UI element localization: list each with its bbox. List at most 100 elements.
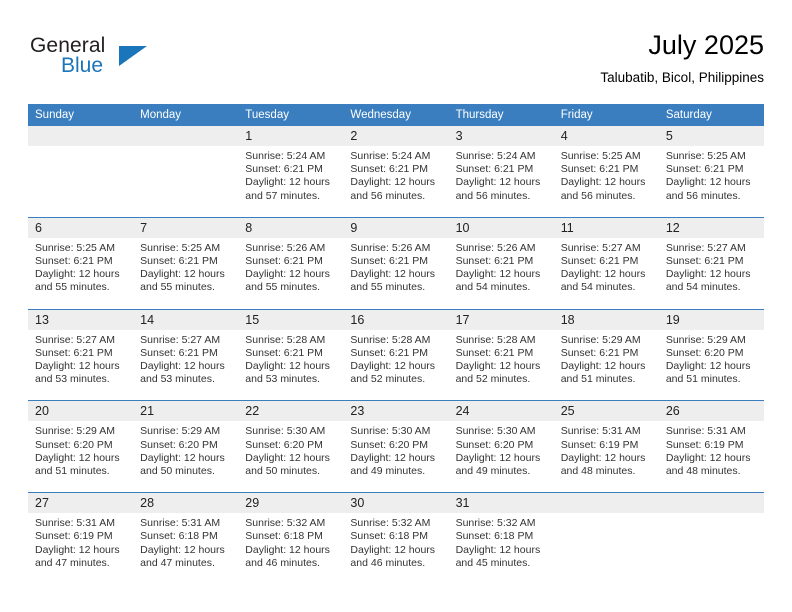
day-sunrise-text: Sunrise: 5:31 AM xyxy=(35,517,115,530)
day-detail-cell[interactable]: Sunrise: 5:25 AM Sunset: 6:21 PM Daylight:… xyxy=(553,146,659,218)
day-detail-cell[interactable]: Sunrise: 5:30 AM Sunset: 6:20 PM Daylight:… xyxy=(343,421,449,493)
day-detail-cell[interactable]: Sunrise: 5:27 AM Sunset: 6:21 PM Daylight:… xyxy=(553,237,659,310)
day-detail-cell[interactable]: Sunrise: 5:24 AM Sunset: 6:21 PM Daylight:… xyxy=(343,146,449,218)
week-detail-row: Sunrise: 5:25 AM Sunset: 6:21 PM Daylight:… xyxy=(28,237,764,310)
day-detail-cell[interactable]: Sunrise: 5:30 AM Sunset: 6:20 PM Daylight:… xyxy=(448,421,554,493)
day-detail-cell[interactable]: Sunrise: 5:29 AM Sunset: 6:20 PM Daylight:… xyxy=(133,421,239,493)
day-daylight-line1-text: Daylight: 12 hours xyxy=(140,451,225,464)
calendar-body: 1 2 3 4 5 Sunrise: 5:24 AM Sunset: 6:21 PM Dayl… xyxy=(28,126,764,585)
day-daylight-line1-text: Daylight: 12 hours xyxy=(350,176,436,189)
day-detail-cell[interactable]: Sunrise: 5:32 AM Sunset: 6:18 PM Daylight:… xyxy=(448,513,554,585)
day-daylight-line2-text: and 46 minutes. xyxy=(245,556,320,569)
day-daylight-line1-text: Daylight: 12 hours xyxy=(35,543,120,556)
day-number-cell[interactable]: 23 xyxy=(343,400,449,422)
title-block: July 2025 Talubatib, Bicol, Philippines xyxy=(600,28,764,88)
day-number-cell[interactable]: 11 xyxy=(553,216,659,238)
calendar-weekday-header: Sunday Monday Tuesday Wednesday Thursday… xyxy=(28,104,764,126)
general-blue-logo[interactable]: General Blue xyxy=(28,34,208,94)
day-number-cell[interactable]: 26 xyxy=(658,400,764,422)
day-detail-cell[interactable]: Sunrise: 5:29 AM Sunset: 6:20 PM Daylight:… xyxy=(658,329,764,401)
day-detail-cell[interactable]: Sunrise: 5:30 AM Sunset: 6:20 PM Daylight:… xyxy=(238,421,344,493)
day-number-cell[interactable]: 19 xyxy=(658,308,764,330)
day-number-cell[interactable]: 21 xyxy=(133,400,239,422)
day-detail-cell[interactable]: Sunrise: 5:28 AM Sunset: 6:21 PM Daylight:… xyxy=(238,329,344,401)
day-daylight-line2-text: and 51 minutes. xyxy=(560,373,636,386)
day-number-cell[interactable]: 5 xyxy=(658,126,764,146)
day-sunset-text: Sunset: 6:21 PM xyxy=(455,346,534,359)
day-sunset-text: Sunset: 6:18 PM xyxy=(245,530,323,543)
day-detail-cell[interactable]: Sunrise: 5:31 AM Sunset: 6:19 PM Daylight:… xyxy=(658,421,764,493)
week-detail-row: Sunrise: 5:24 AM Sunset: 6:21 PM Daylight:… xyxy=(28,146,764,218)
day-daylight-line2-text: and 48 minutes. xyxy=(560,465,636,478)
day-number-cell[interactable]: 12 xyxy=(658,216,764,238)
day-detail-cell[interactable]: Sunrise: 5:24 AM Sunset: 6:21 PM Daylight:… xyxy=(448,146,554,218)
day-detail-cell[interactable]: Sunrise: 5:27 AM Sunset: 6:21 PM Daylight:… xyxy=(133,329,239,401)
day-number-cell[interactable]: 14 xyxy=(133,308,239,330)
day-number-cell[interactable]: 25 xyxy=(553,400,659,422)
day-detail-cell[interactable]: Sunrise: 5:26 AM Sunset: 6:21 PM Daylight:… xyxy=(343,237,449,310)
day-number-cell[interactable]: 2 xyxy=(343,126,449,146)
day-sunset-text: Sunset: 6:18 PM xyxy=(455,530,534,543)
day-daylight-line1-text: Daylight: 12 hours xyxy=(560,360,646,373)
day-number-cell[interactable]: 13 xyxy=(28,308,134,330)
day-detail-cell[interactable]: Sunrise: 5:24 AM Sunset: 6:21 PM Daylight:… xyxy=(238,146,344,218)
day-daylight-line1-text: Daylight: 12 hours xyxy=(140,360,225,373)
day-number-cell[interactable]: 10 xyxy=(448,216,554,238)
day-number-cell[interactable]: 27 xyxy=(28,492,134,514)
day-sunrise-text: Sunrise: 5:25 AM xyxy=(560,150,641,162)
day-detail-cell[interactable]: Sunrise: 5:27 AM Sunset: 6:21 PM Daylight:… xyxy=(658,237,764,310)
day-detail-cell[interactable]: Sunrise: 5:25 AM Sunset: 6:21 PM Daylight:… xyxy=(658,146,764,218)
day-daylight-line2-text: and 55 minutes. xyxy=(245,281,320,294)
day-number-cell[interactable]: 20 xyxy=(28,400,134,422)
day-daylight-line2-text: and 54 minutes. xyxy=(560,281,636,294)
day-detail-cell[interactable]: Sunrise: 5:27 AM Sunset: 6:21 PM Daylight:… xyxy=(28,329,134,401)
day-daylight-line2-text: and 47 minutes. xyxy=(35,556,110,569)
day-detail-cell[interactable]: Sunrise: 5:26 AM Sunset: 6:21 PM Daylight:… xyxy=(238,237,344,310)
day-detail-cell[interactable]: Sunrise: 5:29 AM Sunset: 6:21 PM Daylight:… xyxy=(553,329,659,401)
day-detail-cell[interactable]: Sunrise: 5:29 AM Sunset: 6:20 PM Daylight:… xyxy=(28,421,134,493)
day-number-cell[interactable]: 31 xyxy=(448,492,554,514)
day-detail-cell xyxy=(28,146,134,218)
day-sunset-text: Sunset: 6:21 PM xyxy=(140,346,218,359)
day-daylight-line1-text: Daylight: 12 hours xyxy=(245,360,330,373)
day-number-cell[interactable]: 9 xyxy=(343,216,449,238)
day-sunrise-text: Sunrise: 5:26 AM xyxy=(245,241,326,254)
day-number-cell[interactable]: 22 xyxy=(238,400,344,422)
week-number-row: 12345 xyxy=(28,126,764,146)
day-detail-cell[interactable]: Sunrise: 5:31 AM Sunset: 6:18 PM Daylight:… xyxy=(133,513,239,585)
day-sunrise-text: Sunrise: 5:30 AM xyxy=(245,425,326,438)
day-number-cell[interactable]: 28 xyxy=(133,492,239,514)
day-number-cell[interactable]: 18 xyxy=(553,308,659,330)
day-detail-cell[interactable]: Sunrise: 5:25 AM Sunset: 6:21 PM Daylight:… xyxy=(133,237,239,310)
day-number-cell[interactable]: 29 xyxy=(238,492,344,514)
day-sunset-text: Sunset: 6:20 PM xyxy=(140,438,218,451)
weekday-header-thursday: Thursday xyxy=(448,104,554,126)
day-daylight-line2-text: and 49 minutes. xyxy=(455,465,531,478)
day-daylight-line1-text: Daylight: 12 hours xyxy=(665,451,751,464)
day-detail-cell[interactable]: Sunrise: 5:32 AM Sunset: 6:18 PM Daylight:… xyxy=(343,513,449,585)
day-number-cell[interactable]: 1 xyxy=(238,126,344,146)
day-detail-cell[interactable]: Sunrise: 5:28 AM Sunset: 6:21 PM Daylight:… xyxy=(343,329,449,401)
day-number-cell[interactable]: 4 xyxy=(553,126,659,146)
day-number-cell[interactable]: 15 xyxy=(238,308,344,330)
day-detail-cell[interactable]: Sunrise: 5:26 AM Sunset: 6:21 PM Daylight:… xyxy=(448,237,554,310)
day-number-cell[interactable]: 6 xyxy=(28,216,134,238)
day-number-cell[interactable]: 24 xyxy=(448,400,554,422)
day-daylight-line1-text: Daylight: 12 hours xyxy=(665,176,751,189)
day-number-cell[interactable]: 16 xyxy=(343,308,449,330)
day-detail-cell[interactable]: Sunrise: 5:31 AM Sunset: 6:19 PM Daylight:… xyxy=(553,421,659,493)
day-daylight-line1-text: Daylight: 12 hours xyxy=(245,543,330,556)
day-number-cell[interactable]: 7 xyxy=(133,216,239,238)
day-detail-cell[interactable]: Sunrise: 5:32 AM Sunset: 6:18 PM Daylight:… xyxy=(238,513,344,585)
day-daylight-line2-text: and 49 minutes. xyxy=(350,465,426,478)
day-number-cell[interactable]: 8 xyxy=(238,216,344,238)
day-number-cell[interactable]: 17 xyxy=(448,308,554,330)
day-number-cell[interactable]: 3 xyxy=(448,126,554,146)
day-number-cell[interactable]: 30 xyxy=(343,492,449,514)
day-sunrise-text: Sunrise: 5:27 AM xyxy=(560,241,641,254)
day-detail-cell[interactable]: Sunrise: 5:31 AM Sunset: 6:19 PM Daylight:… xyxy=(28,513,134,585)
day-sunrise-text: Sunrise: 5:30 AM xyxy=(350,425,431,438)
day-daylight-line1-text: Daylight: 12 hours xyxy=(560,268,646,281)
day-detail-cell[interactable]: Sunrise: 5:25 AM Sunset: 6:21 PM Daylight:… xyxy=(28,237,134,310)
day-detail-cell[interactable]: Sunrise: 5:28 AM Sunset: 6:21 PM Daylight:… xyxy=(448,329,554,401)
